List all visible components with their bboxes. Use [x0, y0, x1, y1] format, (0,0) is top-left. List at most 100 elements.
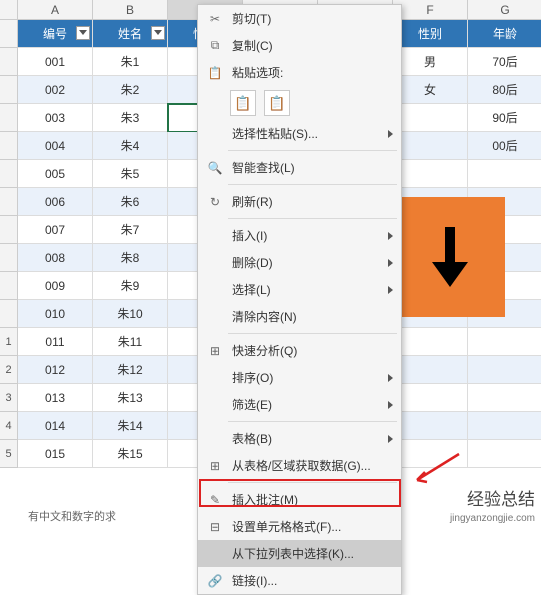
- menu-select[interactable]: 选择(L): [198, 276, 401, 303]
- cell-age[interactable]: 70后: [468, 48, 541, 76]
- menu-quick-analysis[interactable]: ⊞快速分析(Q): [198, 337, 401, 364]
- cell-id[interactable]: 015: [18, 440, 93, 468]
- menu-ps-label: 选择性粘贴(S)...: [226, 125, 387, 142]
- row-num[interactable]: 2: [0, 356, 18, 384]
- cell-id[interactable]: 006: [18, 188, 93, 216]
- cell-age[interactable]: [468, 412, 541, 440]
- cell-id[interactable]: 008: [18, 244, 93, 272]
- menu-get-data[interactable]: ⊞从表格/区域获取数据(G)...: [198, 452, 401, 479]
- cell-name[interactable]: 朱10: [93, 300, 168, 328]
- row-num[interactable]: [0, 132, 18, 160]
- cell-name[interactable]: 朱8: [93, 244, 168, 272]
- row-num[interactable]: 1: [0, 328, 18, 356]
- cell-id[interactable]: 010: [18, 300, 93, 328]
- cell-id[interactable]: 011: [18, 328, 93, 356]
- menu-cut[interactable]: ✂剪切(T): [198, 5, 401, 32]
- row-num[interactable]: [0, 160, 18, 188]
- col-sel-all[interactable]: [0, 0, 18, 19]
- menu-paste-special[interactable]: 选择性粘贴(S)...: [198, 120, 401, 147]
- cell-name[interactable]: 朱15: [93, 440, 168, 468]
- menu-copy[interactable]: ⧉复制(C): [198, 32, 401, 59]
- cell-name[interactable]: 朱14: [93, 412, 168, 440]
- menu-format-cells[interactable]: ⊟设置单元格格式(F)...: [198, 513, 401, 540]
- row-num[interactable]: [0, 216, 18, 244]
- cell-age[interactable]: [468, 160, 541, 188]
- cell-name[interactable]: 朱12: [93, 356, 168, 384]
- cell-gender2[interactable]: [393, 328, 468, 356]
- cell-id[interactable]: 005: [18, 160, 93, 188]
- cell-gender2[interactable]: [393, 132, 468, 160]
- cell-id[interactable]: 003: [18, 104, 93, 132]
- cell-gender2[interactable]: [393, 104, 468, 132]
- cell-gender2[interactable]: [393, 160, 468, 188]
- row-num[interactable]: 5: [0, 440, 18, 468]
- cell-name[interactable]: 朱5: [93, 160, 168, 188]
- row-num[interactable]: [0, 104, 18, 132]
- col-F[interactable]: F: [393, 0, 468, 19]
- row-num[interactable]: [0, 48, 18, 76]
- menu-insert[interactable]: 插入(I): [198, 222, 401, 249]
- cell-age[interactable]: [468, 328, 541, 356]
- cell-age[interactable]: [468, 440, 541, 468]
- cell-id[interactable]: 013: [18, 384, 93, 412]
- row-num[interactable]: 3: [0, 384, 18, 412]
- paste-option-1[interactable]: 📋: [230, 90, 256, 116]
- cell-gender2[interactable]: 女: [393, 76, 468, 104]
- cell-id[interactable]: 004: [18, 132, 93, 160]
- menu-filter[interactable]: 筛选(E): [198, 391, 401, 418]
- cell-id[interactable]: 009: [18, 272, 93, 300]
- hdr-age[interactable]: 年龄: [468, 20, 541, 48]
- cell-name[interactable]: 朱11: [93, 328, 168, 356]
- menu-refresh[interactable]: ↻刷新(R): [198, 188, 401, 215]
- cell-name[interactable]: 朱13: [93, 384, 168, 412]
- sheet-tab[interactable]: 有中文和数字的求: [28, 508, 116, 524]
- menu-dropdown-select[interactable]: 从下拉列表中选择(K)...: [198, 540, 401, 567]
- col-G[interactable]: G: [468, 0, 541, 19]
- col-B[interactable]: B: [93, 0, 168, 19]
- cell-id[interactable]: 007: [18, 216, 93, 244]
- cell-id[interactable]: 014: [18, 412, 93, 440]
- menu-sort[interactable]: 排序(O): [198, 364, 401, 391]
- col-A[interactable]: A: [18, 0, 93, 19]
- cell-id[interactable]: 012: [18, 356, 93, 384]
- cell-id[interactable]: 001: [18, 48, 93, 76]
- cell-gender2[interactable]: [393, 412, 468, 440]
- cell-age[interactable]: [468, 356, 541, 384]
- cell-name[interactable]: 朱7: [93, 216, 168, 244]
- cell-age[interactable]: 00后: [468, 132, 541, 160]
- menu-gd-label: 从表格/区域获取数据(G)...: [226, 457, 387, 474]
- cell-age[interactable]: 90后: [468, 104, 541, 132]
- cell-id[interactable]: 002: [18, 76, 93, 104]
- row-num[interactable]: [0, 272, 18, 300]
- hdr-name[interactable]: 姓名: [93, 20, 168, 48]
- menu-clear[interactable]: 清除内容(N): [198, 303, 401, 330]
- cell-gender2[interactable]: [393, 356, 468, 384]
- cell-age[interactable]: 80后: [468, 76, 541, 104]
- menu-table[interactable]: 表格(B): [198, 425, 401, 452]
- cell-name[interactable]: 朱3: [93, 104, 168, 132]
- cell-name[interactable]: 朱1: [93, 48, 168, 76]
- menu-insert-comment[interactable]: ✎插入批注(M): [198, 486, 401, 513]
- paste-option-2[interactable]: 📋: [264, 90, 290, 116]
- cell-gender2[interactable]: [393, 384, 468, 412]
- cell-name[interactable]: 朱9: [93, 272, 168, 300]
- cell-age[interactable]: [468, 384, 541, 412]
- hdr-id[interactable]: 编号: [18, 20, 93, 48]
- cell-name[interactable]: 朱4: [93, 132, 168, 160]
- row-num[interactable]: [0, 244, 18, 272]
- row-num[interactable]: [0, 300, 18, 328]
- cell-name[interactable]: 朱2: [93, 76, 168, 104]
- filter-icon[interactable]: [151, 26, 165, 40]
- comment-icon: ✎: [204, 492, 226, 508]
- hdr-gender2[interactable]: 性别: [393, 20, 468, 48]
- row-num[interactable]: [0, 188, 18, 216]
- row-num[interactable]: 4: [0, 412, 18, 440]
- menu-link[interactable]: 🔗链接(I)...: [198, 567, 401, 594]
- menu-delete[interactable]: 删除(D): [198, 249, 401, 276]
- menu-smart-lookup[interactable]: 🔍智能查找(L): [198, 154, 401, 181]
- cell-gender2[interactable]: 男: [393, 48, 468, 76]
- row-num[interactable]: [0, 20, 18, 48]
- filter-icon[interactable]: [76, 26, 90, 40]
- cell-name[interactable]: 朱6: [93, 188, 168, 216]
- row-num[interactable]: [0, 76, 18, 104]
